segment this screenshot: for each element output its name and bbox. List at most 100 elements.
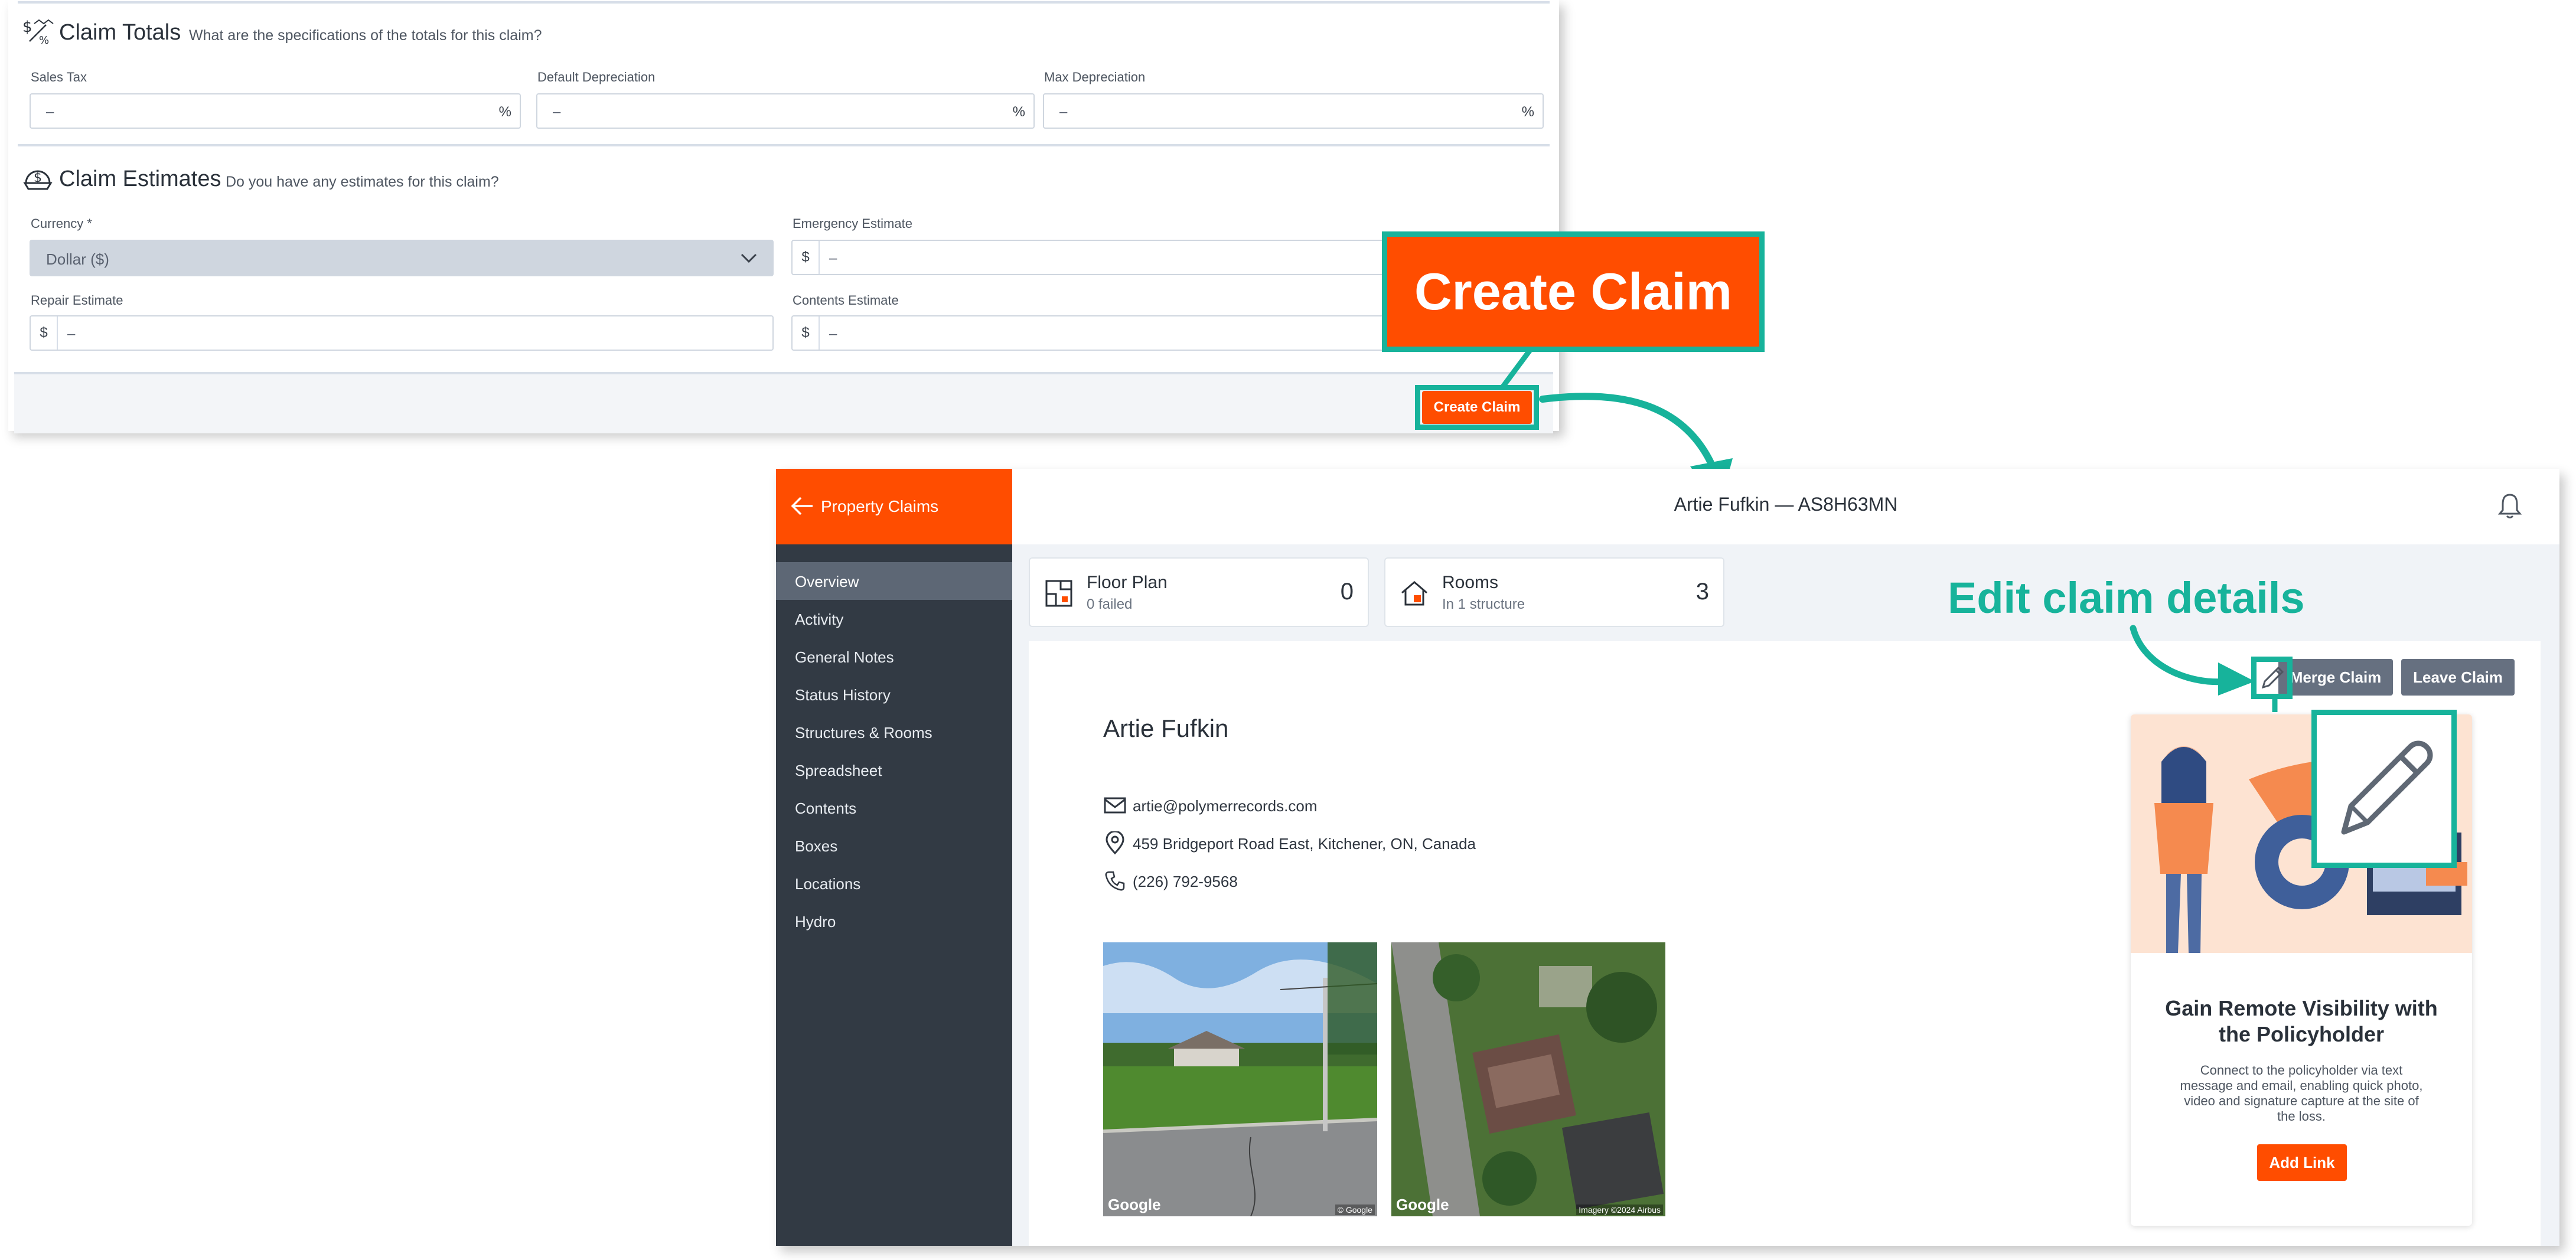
sidebar-item-label: Hydro xyxy=(795,913,836,931)
contents-estimate-label: Contents Estimate xyxy=(793,293,899,308)
default-depreciation-label: Default Depreciation xyxy=(537,70,656,84)
percent-suffix: % xyxy=(1012,104,1025,120)
claim-estimates-section: $ Claim Estimates Do you have any estima… xyxy=(8,148,1559,372)
estimate-coin-icon: $ xyxy=(23,170,53,190)
sidebar-item-status-history[interactable]: Status History xyxy=(776,675,1012,713)
policyholder-address[interactable]: 459 Bridgeport Road East, Kitchener, ON,… xyxy=(1133,835,1476,853)
create-claim-callout: Create Claim xyxy=(1382,231,1765,352)
sidebar-item-overview[interactable]: Overview xyxy=(776,562,1012,600)
dollar-prefix: $ xyxy=(793,316,820,350)
sidebar-item-label: Activity xyxy=(795,611,844,628)
page-title: Artie Fufkin — AS8H63MN xyxy=(1674,494,1898,515)
image-credit: © Google xyxy=(1335,1204,1375,1215)
emergency-estimate-label: Emergency Estimate xyxy=(793,216,912,231)
sidebar-item-boxes[interactable]: Boxes xyxy=(776,827,1012,864)
max-depreciation-label: Max Depreciation xyxy=(1044,70,1146,84)
contents-estimate-value: – xyxy=(829,326,837,342)
form-footer xyxy=(14,372,1553,433)
image-credit: Imagery ©2024 Airbus xyxy=(1576,1204,1663,1215)
chevron-down-icon xyxy=(741,253,757,263)
edit-pencil-icon[interactable] xyxy=(2259,664,2285,691)
leave-claim-button[interactable]: Leave Claim xyxy=(2401,659,2515,696)
default-depreciation-value: – xyxy=(553,104,561,120)
edit-pencil-magnified xyxy=(2311,710,2457,868)
add-link-button[interactable]: Add Link xyxy=(2257,1144,2347,1181)
sidebar-item-hydro[interactable]: Hydro xyxy=(776,902,1012,940)
svg-text:%: % xyxy=(39,34,49,47)
back-to-property-claims[interactable]: Property Claims xyxy=(776,469,1012,544)
max-depreciation-value: – xyxy=(1059,104,1068,120)
merge-claim-button[interactable]: Merge Claim xyxy=(2278,659,2393,696)
street-view-image[interactable]: Google © Google xyxy=(1103,942,1377,1216)
sidebar-item-contents[interactable]: Contents xyxy=(776,789,1012,827)
policyholder-name: Artie Fufkin xyxy=(1103,714,1229,742)
create-claim-button[interactable]: Create Claim xyxy=(1422,391,1532,424)
divider xyxy=(18,1,1550,4)
sidebar-item-label: Overview xyxy=(795,573,859,590)
curved-arrow-icon xyxy=(2130,625,2255,696)
promo-body: Connect to the policyholder via text mes… xyxy=(2180,1063,2423,1124)
pencil-icon xyxy=(2341,740,2433,835)
street-view-picture xyxy=(1103,942,1377,1216)
divider xyxy=(18,144,1550,146)
policyholder-email[interactable]: artie@polymerrecords.com xyxy=(1133,797,1317,815)
promo-title: Gain Remote Visibility with the Policyho… xyxy=(2165,996,2438,1046)
sidebar-item-label: Status History xyxy=(795,686,891,704)
bell-icon[interactable] xyxy=(2497,491,2523,520)
sidebar-item-activity[interactable]: Activity xyxy=(776,600,1012,638)
sidebar-item-label: Locations xyxy=(795,875,861,893)
sidebar-item-label: Boxes xyxy=(795,837,838,855)
claim-estimates-title: Claim Estimates xyxy=(59,167,221,191)
currency-label: Currency * xyxy=(31,216,92,231)
repair-estimate-input[interactable]: $ – xyxy=(30,315,774,351)
svg-text:$: $ xyxy=(34,171,42,185)
house-icon xyxy=(1401,581,1427,606)
sidebar-item-label: Spreadsheet xyxy=(795,762,882,779)
app-header: Artie Fufkin — AS8H63MN xyxy=(1012,469,2559,544)
claim-totals-title: Claim Totals xyxy=(59,20,181,45)
claim-estimates-subtitle: Do you have any estimates for this claim… xyxy=(226,174,499,190)
tax-percent-icon: $ % xyxy=(22,18,54,47)
percent-suffix: % xyxy=(1521,104,1534,120)
dollar-prefix: $ xyxy=(31,316,58,350)
sidebar-item-label: Structures & Rooms xyxy=(795,724,932,742)
rooms-card[interactable]: Rooms In 1 structure 3 xyxy=(1384,557,1724,627)
max-depreciation-input[interactable]: – % xyxy=(1043,93,1544,129)
back-label: Property Claims xyxy=(821,497,939,515)
sales-tax-value: – xyxy=(46,104,54,120)
floor-plan-card[interactable]: Floor Plan 0 failed 0 xyxy=(1029,557,1369,627)
floor-plan-failed: 0 failed xyxy=(1087,596,1133,612)
emergency-estimate-value: – xyxy=(829,250,837,266)
claim-form-panel: $ % Claim Totals What are the specificat… xyxy=(8,0,1559,433)
currency-select[interactable]: Dollar ($) xyxy=(30,240,774,276)
aerial-view-image[interactable]: Google Imagery ©2024 Airbus xyxy=(1391,942,1665,1216)
default-depreciation-input[interactable]: – % xyxy=(536,93,1035,129)
floor-plan-title: Floor Plan xyxy=(1087,573,1168,592)
sidebar-item-general-notes[interactable]: General Notes xyxy=(776,638,1012,675)
sidebar: Property Claims Overview Activity Genera… xyxy=(776,469,1012,1246)
svg-text:$: $ xyxy=(22,18,32,36)
claim-totals-section: $ % Claim Totals What are the specificat… xyxy=(8,0,1559,148)
rooms-structures: In 1 structure xyxy=(1442,596,1525,612)
repair-estimate-label: Repair Estimate xyxy=(31,293,123,308)
google-watermark: Google xyxy=(1396,1196,1449,1213)
dollar-prefix: $ xyxy=(793,241,820,274)
policyholder-phone[interactable]: (226) 792-9568 xyxy=(1133,873,1238,891)
sidebar-item-structures-rooms[interactable]: Structures & Rooms xyxy=(776,713,1012,751)
repair-estimate-value: – xyxy=(67,326,76,342)
sidebar-item-label: General Notes xyxy=(795,648,894,666)
percent-suffix: % xyxy=(498,104,511,120)
sales-tax-input[interactable]: – % xyxy=(30,93,521,129)
aerial-view-picture xyxy=(1391,942,1665,1216)
floor-plan-icon xyxy=(1045,580,1072,607)
mail-icon xyxy=(1104,797,1126,814)
location-pin-icon xyxy=(1106,831,1124,855)
rooms-count: 3 xyxy=(1695,579,1709,605)
floor-plan-count: 0 xyxy=(1340,579,1354,605)
rooms-title: Rooms xyxy=(1442,573,1499,592)
sidebar-item-spreadsheet[interactable]: Spreadsheet xyxy=(776,751,1012,789)
phone-icon xyxy=(1105,871,1125,891)
sidebar-item-label: Contents xyxy=(795,799,857,817)
edit-claim-callout: Edit claim details xyxy=(1948,573,2305,622)
sidebar-item-locations[interactable]: Locations xyxy=(776,864,1012,902)
